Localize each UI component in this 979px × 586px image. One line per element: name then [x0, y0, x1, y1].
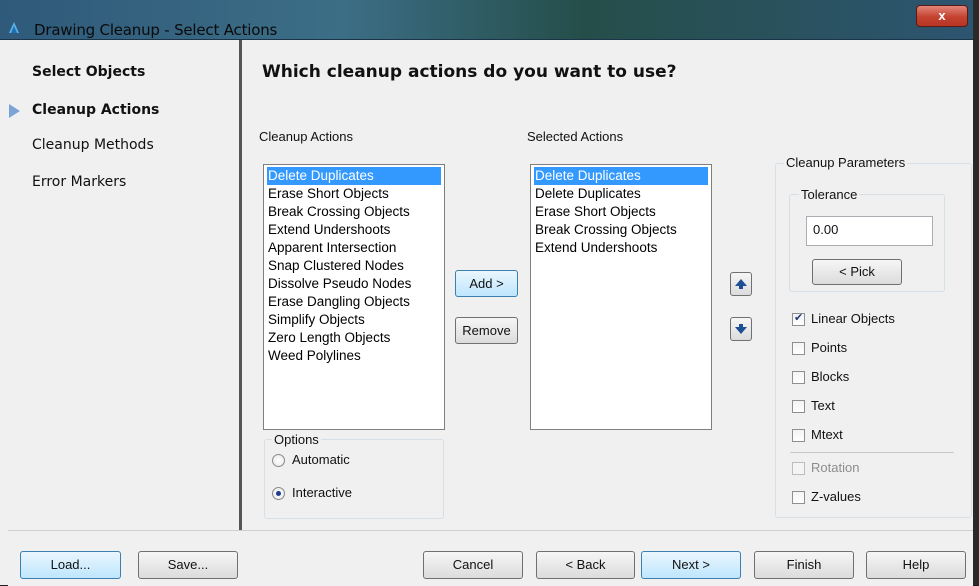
linear-objects-label[interactable]: Linear Objects — [811, 311, 895, 326]
close-icon: x — [938, 8, 946, 23]
list-item[interactable]: Zero Length Objects — [267, 329, 441, 347]
pick-button[interactable]: < Pick — [812, 259, 902, 285]
list-item[interactable]: Break Crossing Objects — [267, 203, 441, 221]
blocks-label[interactable]: Blocks — [811, 369, 849, 384]
linear-objects-checkbox[interactable] — [792, 311, 805, 326]
rotation-checkbox — [792, 462, 805, 475]
title-bar[interactable]: Drawing Cleanup - Select Actions x — [0, 0, 973, 40]
app-icon — [9, 22, 19, 33]
window-title: Drawing Cleanup - Select Actions — [34, 21, 278, 39]
back-button[interactable]: < Back — [536, 551, 635, 579]
list-item[interactable]: Erase Dangling Objects — [267, 293, 441, 311]
blocks-checkbox[interactable] — [792, 371, 805, 384]
nav-item-select-objects[interactable]: Select Objects — [32, 64, 145, 80]
rotation-label: Rotation — [811, 460, 860, 475]
list-item[interactable]: Snap Clustered Nodes — [267, 257, 441, 275]
nav-item-cleanup-methods[interactable]: Cleanup Methods — [32, 137, 154, 153]
list-item[interactable]: Break Crossing Objects — [534, 221, 708, 239]
tolerance-title: Tolerance — [799, 187, 860, 202]
list-item[interactable]: Erase Short Objects — [534, 203, 708, 221]
page-heading: Which cleanup actions do you want to use… — [262, 62, 677, 82]
points-checkbox[interactable] — [792, 342, 805, 355]
dialog-window: Drawing Cleanup - Select Actions x Selec… — [0, 0, 979, 586]
cancel-button[interactable]: Cancel — [423, 551, 523, 579]
list-item[interactable]: Delete Duplicates — [534, 167, 708, 185]
finish-button[interactable]: Finish — [754, 551, 854, 579]
automatic-label[interactable]: Automatic — [292, 452, 350, 467]
nav-item-cleanup-actions[interactable]: Cleanup Actions — [32, 102, 159, 118]
list-item[interactable]: Delete Duplicates — [267, 167, 441, 185]
z-values-checkbox[interactable] — [792, 491, 805, 504]
text-label[interactable]: Text — [811, 398, 835, 413]
down-arrow-icon — [735, 324, 747, 334]
selected-actions-list[interactable]: Delete Duplicates Delete Duplicates Erase … — [530, 164, 712, 430]
mtext-label[interactable]: Mtext — [811, 427, 843, 442]
list-item[interactable]: Simplify Objects — [267, 311, 441, 329]
z-values-label[interactable]: Z-values — [811, 489, 861, 504]
options-group — [264, 439, 444, 519]
list-item[interactable]: Dissolve Pseudo Nodes — [267, 275, 441, 293]
cleanup-parameters-title: Cleanup Parameters — [784, 155, 908, 170]
up-arrow-icon — [735, 279, 747, 289]
current-step-arrow-icon — [9, 104, 20, 118]
selected-actions-label: Selected Actions — [527, 129, 624, 144]
list-item[interactable]: Apparent Intersection — [267, 239, 441, 257]
close-button[interactable]: x — [916, 5, 968, 27]
add-button[interactable]: Add > — [455, 270, 518, 297]
list-item[interactable]: Delete Duplicates — [534, 185, 708, 203]
move-up-button[interactable] — [730, 272, 752, 296]
points-label[interactable]: Points — [811, 340, 847, 355]
interactive-radio[interactable] — [272, 487, 285, 500]
text-checkbox[interactable] — [792, 400, 805, 413]
list-item[interactable]: Extend Undershoots — [267, 221, 441, 239]
cleanup-actions-list[interactable]: Delete Duplicates Erase Short Objects Brea… — [263, 164, 445, 430]
options-title: Options — [272, 432, 321, 447]
list-item[interactable]: Erase Short Objects — [267, 185, 441, 203]
interactive-label[interactable]: Interactive — [292, 485, 352, 500]
automatic-radio[interactable] — [272, 454, 285, 467]
help-button[interactable]: Help — [866, 551, 966, 579]
next-button[interactable]: Next > — [641, 551, 741, 579]
move-down-button[interactable] — [730, 317, 752, 341]
nav-item-error-markers[interactable]: Error Markers — [32, 174, 126, 190]
tolerance-input[interactable]: 0.00 — [806, 216, 933, 246]
cleanup-actions-label: Cleanup Actions — [259, 129, 353, 144]
remove-button[interactable]: Remove — [455, 317, 518, 344]
divider — [790, 452, 954, 453]
save-button[interactable]: Save... — [138, 551, 238, 579]
list-item[interactable]: Weed Polylines — [267, 347, 441, 365]
mtext-checkbox[interactable] — [792, 429, 805, 442]
load-button[interactable]: Load... — [20, 551, 121, 579]
list-item[interactable]: Extend Undershoots — [534, 239, 708, 257]
